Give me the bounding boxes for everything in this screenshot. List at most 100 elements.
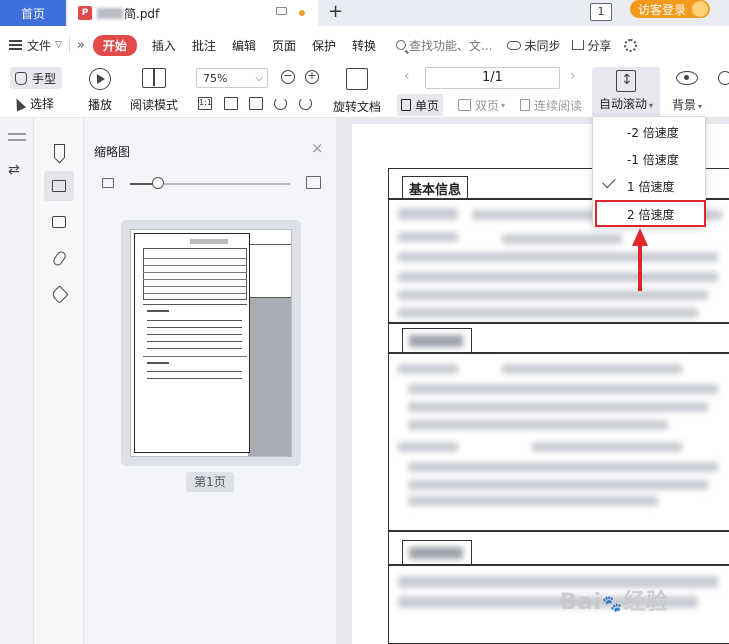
sync-status-button[interactable]: 未同步 [507,37,560,54]
redacted-text [398,252,718,262]
rotate-document-button[interactable]: 旋转文档 [333,68,381,115]
zoom-out-icon[interactable]: − [281,70,295,84]
play-button[interactable]: 播放 [88,68,112,113]
comment-panel-button[interactable] [44,207,74,237]
tab-home[interactable]: 首页 [0,0,66,26]
redacted-text [398,272,718,282]
actual-size-button[interactable]: 1:1 [198,97,212,110]
hand-icon [15,71,27,85]
fit-page-icon[interactable] [224,97,238,110]
read-mode-button[interactable]: 阅读模式 [130,68,178,113]
auto-scroll-label: 自动滚动 ▾ [598,97,654,111]
thumbnail-line [143,279,247,280]
speed-option-label: -2 倍速度 [627,125,679,140]
close-icon[interactable]: × [311,139,324,157]
divider [388,322,729,324]
menu-bar: 文件 ▽ » 开始 插入 批注 编辑 页面 保护 转换 查找功能、文... 未同… [0,30,729,60]
settings-button[interactable] [623,38,637,52]
auto-scroll-button[interactable]: 自动滚动▾ [592,67,660,117]
thumbnail-line [143,286,247,287]
bookmark-panel-button[interactable] [44,136,74,166]
section-title-redacted [402,328,472,352]
divider [68,37,70,53]
attachment-panel-button[interactable] [44,243,74,273]
section-title-redacted [402,540,472,564]
menu-insert[interactable]: 插入 [152,37,176,54]
redacted-text [398,208,458,220]
slider-knob[interactable] [152,177,164,189]
redacted-text [532,442,682,452]
gear-icon [623,38,637,52]
bookmark-icon [53,144,65,158]
redacted-text [502,234,622,244]
hand-tool-button[interactable]: 手型 [10,67,62,89]
rotate-right-icon[interactable] [299,97,312,110]
rotate-document-icon [346,68,368,90]
thumbnail-panel: 缩略图 × 第1页 [84,118,336,644]
speed-option-minus-1[interactable]: -1 倍速度 [593,146,705,172]
window-count-badge[interactable]: 1 [590,3,612,21]
swap-icon[interactable]: ⇄ [8,162,20,178]
file-menu[interactable]: 文件 ▽ [9,37,62,54]
double-page-button[interactable]: 双页 ▾ [454,94,509,116]
signature-panel-button[interactable] [44,279,74,309]
thumbnail-line [143,293,247,294]
menu-start[interactable]: 开始 [92,34,137,56]
redacted-text [408,420,668,430]
next-page-icon[interactable]: › [570,68,576,84]
auto-scroll-icon [616,70,636,92]
prev-page-icon[interactable]: ‹ [404,68,410,84]
zoom-select[interactable]: 75% ⌵ [196,68,268,88]
fit-width-icon[interactable] [249,97,263,110]
select-tool-button[interactable]: 选择 [11,95,54,112]
strip-divider [8,133,26,135]
read-mode-label: 阅读模式 [130,98,179,112]
eye-icon [676,71,699,85]
menu-protect[interactable]: 保护 [312,37,336,54]
rotate-left-icon[interactable] [274,97,287,110]
play-icon [89,68,111,90]
speed-option-minus-2[interactable]: -2 倍速度 [593,119,705,145]
more-view-icon[interactable] [718,71,729,85]
tab-bar: 首页 P 简.pdf + 1 访客登录 [0,0,729,26]
play-label: 播放 [88,98,113,112]
menu-convert[interactable]: 转换 [352,37,376,54]
more-menus-button[interactable]: » [77,38,85,53]
paperclip-icon [51,249,67,267]
thumbnail-panel-button[interactable] [44,171,74,201]
share-icon [572,40,585,50]
page-thumbnail[interactable] [121,220,301,466]
thumbnail-line [147,320,242,321]
menu-annotate[interactable]: 批注 [192,37,216,54]
unsaved-dot-icon [299,10,305,16]
thumbnail-line [147,327,242,328]
pen-icon [49,284,69,304]
thumbnail-line [147,371,242,372]
panel-icon-column [34,118,84,644]
thumbnail-line [147,378,242,379]
continuous-read-label: 连续阅读 [534,98,583,113]
page-number-input[interactable]: 1/1 [425,67,560,89]
monitor-icon[interactable] [276,7,287,15]
thumbnail-size-slider[interactable] [102,176,327,192]
share-button[interactable]: 分享 [572,37,612,54]
zoom-in-icon[interactable]: + [305,70,319,84]
check-icon [602,174,616,189]
menu-page[interactable]: 页面 [272,37,296,54]
continuous-read-button[interactable]: 连续阅读 [516,94,586,116]
search-box[interactable]: 查找功能、文... [396,37,492,54]
tab-document-title: 简.pdf [97,5,159,22]
guest-login-button[interactable]: 访客登录 [630,0,710,18]
watermark-logo: Bai🐾经验 [560,590,670,615]
single-page-icon [401,99,411,111]
rotate-document-label: 旋转文档 [333,100,382,114]
small-image-icon [102,178,114,188]
speed-option-label: 1 倍速度 [627,179,675,194]
background-button[interactable]: 背景 ▾ [672,68,702,113]
continuous-read-icon [520,99,530,111]
menu-edit[interactable]: 编辑 [232,37,256,54]
speed-option-1[interactable]: 1 倍速度 [593,173,705,199]
redacted-text [502,364,682,374]
single-page-button[interactable]: 单页 [397,94,444,116]
add-tab-button[interactable]: + [328,1,343,23]
